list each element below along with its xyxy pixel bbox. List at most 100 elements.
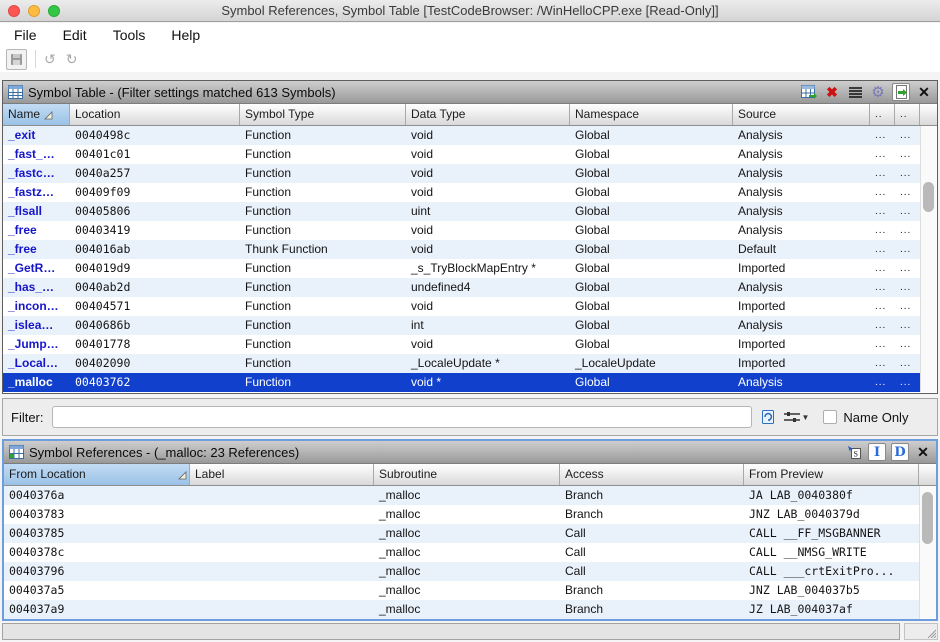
cell-ref1[interactable]: ... [870,221,895,240]
cell-namespace[interactable]: Global [570,202,733,221]
menu-edit[interactable]: Edit [59,27,99,43]
cell-namespace[interactable]: Global [570,297,733,316]
cell-from-location[interactable]: 0040376a [4,486,190,505]
gear-icon[interactable]: ⚙ [869,83,887,101]
column-header-access[interactable]: Access [560,464,744,485]
cell-ref2[interactable]: ... [895,316,920,335]
cell-ref2[interactable]: ... [895,145,920,164]
reference-row[interactable]: 0040378c _malloc Call CALL __NMSG_WRITE [4,543,936,562]
cell-access[interactable]: Branch [560,600,744,619]
cell-ref2[interactable]: ... [895,259,920,278]
column-header-symbol-type[interactable]: Symbol Type [240,104,406,125]
menu-tools[interactable]: Tools [109,27,158,43]
clear-filter-icon[interactable] [760,409,776,425]
cell-data-type[interactable]: _LocaleUpdate * [406,354,570,373]
cell-symbol-type[interactable]: Function [240,164,406,183]
symbol-table-row[interactable]: _fast_… 00401c01 Function void Global An… [3,145,937,164]
undo-icon[interactable]: ↺ [44,51,56,68]
cell-data-type[interactable]: undefined4 [406,278,570,297]
cell-access[interactable]: Call [560,543,744,562]
cell-location[interactable]: 004016ab [70,240,240,259]
symbol-table-row[interactable]: _incon… 00404571 Function void Global Im… [3,297,937,316]
cell-data-type[interactable]: void [406,145,570,164]
name-only-checkbox[interactable] [823,410,837,424]
cell-data-type[interactable]: void [406,297,570,316]
cell-from-preview[interactable]: JNZ LAB_0040379d [744,505,919,524]
cell-data-type[interactable]: int [406,316,570,335]
reference-row[interactable]: 0040376a _malloc Branch JA LAB_0040380f [4,486,936,505]
cell-location[interactable]: 0040a257 [70,164,240,183]
cell-from-location[interactable]: 004037a5 [4,581,190,600]
cell-source[interactable]: Analysis [733,164,870,183]
cell-symbol-type[interactable]: Function [240,145,406,164]
column-header-source[interactable]: Source [733,104,870,125]
cell-from-location[interactable]: 00403796 [4,562,190,581]
filter-options-icon[interactable]: ▼ [784,410,810,424]
menu-help[interactable]: Help [167,27,212,43]
symbol-table-row[interactable]: _islea… 0040686b Function int Global Ana… [3,316,937,335]
cell-data-type[interactable]: void [406,183,570,202]
cell-location[interactable]: 0040ab2d [70,278,240,297]
column-header-namespace[interactable]: Namespace [570,104,733,125]
cell-from-preview[interactable]: CALL __FF_MSGBANNER [744,524,919,543]
cell-location[interactable]: 00404571 [70,297,240,316]
cell-namespace[interactable]: Global [570,240,733,259]
reference-row[interactable]: 00403796 _malloc Call CALL ___crtExitPro… [4,562,936,581]
cell-ref1[interactable]: ... [870,373,895,392]
cell-namespace[interactable]: Global [570,373,733,392]
cell-ref1[interactable]: ... [870,202,895,221]
cell-source[interactable]: Analysis [733,278,870,297]
cell-symbol-type[interactable]: Function [240,126,406,145]
cell-location[interactable]: 00405806 [70,202,240,221]
reference-row[interactable]: 00403785 _malloc Call CALL __FF_MSGBANNE… [4,524,936,543]
cell-name[interactable]: _exit [3,126,70,145]
cell-subroutine[interactable]: _malloc [374,543,560,562]
column-header-name[interactable]: Name [3,104,70,125]
cell-location[interactable]: 00401778 [70,335,240,354]
cell-ref2[interactable]: ... [895,202,920,221]
cell-namespace[interactable]: _LocaleUpdate [570,354,733,373]
column-header-ref1[interactable]: .. [870,104,895,125]
symbol-table-row[interactable]: _fastz… 00409f09 Function void Global An… [3,183,937,202]
cell-source[interactable]: Default [733,240,870,259]
cell-ref1[interactable]: ... [870,183,895,202]
close-icon[interactable]: ✕ [914,443,932,461]
cell-name[interactable]: _free [3,240,70,259]
cell-name[interactable]: _islea… [3,316,70,335]
cell-label[interactable] [190,505,374,524]
cell-ref2[interactable]: ... [895,126,920,145]
edit-table-icon[interactable] [800,83,818,101]
cell-from-preview[interactable]: JNZ LAB_004037b5 [744,581,919,600]
symbol-table-scrollbar[interactable] [920,126,937,392]
cell-source[interactable]: Analysis [733,145,870,164]
close-icon[interactable]: ✕ [915,83,933,101]
cell-source[interactable]: Imported [733,335,870,354]
data-refs-toggle[interactable]: D [891,443,909,461]
cell-location[interactable]: 00409f09 [70,183,240,202]
cell-ref2[interactable]: ... [895,183,920,202]
cell-name[interactable]: _has_… [3,278,70,297]
column-header-ref2[interactable]: .. [895,104,920,125]
cell-source[interactable]: Analysis [733,316,870,335]
cell-data-type[interactable]: void * [406,373,570,392]
cell-from-preview[interactable]: CALL __NMSG_WRITE [744,543,919,562]
cell-namespace[interactable]: Global [570,335,733,354]
cell-source[interactable]: Analysis [733,126,870,145]
cell-data-type[interactable]: void [406,164,570,183]
symbol-table-row[interactable]: _GetR… 004019d9 Function _s_TryBlockMapE… [3,259,937,278]
cell-ref1[interactable]: ... [870,278,895,297]
column-header-location[interactable]: Location [70,104,240,125]
cell-ref1[interactable]: ... [870,354,895,373]
cell-namespace[interactable]: Global [570,221,733,240]
cell-from-location[interactable]: 00403785 [4,524,190,543]
cell-location[interactable]: 00403762 [70,373,240,392]
cell-label[interactable] [190,524,374,543]
cell-ref2[interactable]: ... [895,297,920,316]
symbol-table-scrollbar-thumb[interactable] [923,182,934,212]
cell-ref1[interactable]: ... [870,297,895,316]
cell-symbol-type[interactable]: Function [240,278,406,297]
references-scrollbar[interactable] [919,486,936,619]
cell-subroutine[interactable]: _malloc [374,486,560,505]
cell-source[interactable]: Analysis [733,183,870,202]
cell-name[interactable]: _flsall [3,202,70,221]
